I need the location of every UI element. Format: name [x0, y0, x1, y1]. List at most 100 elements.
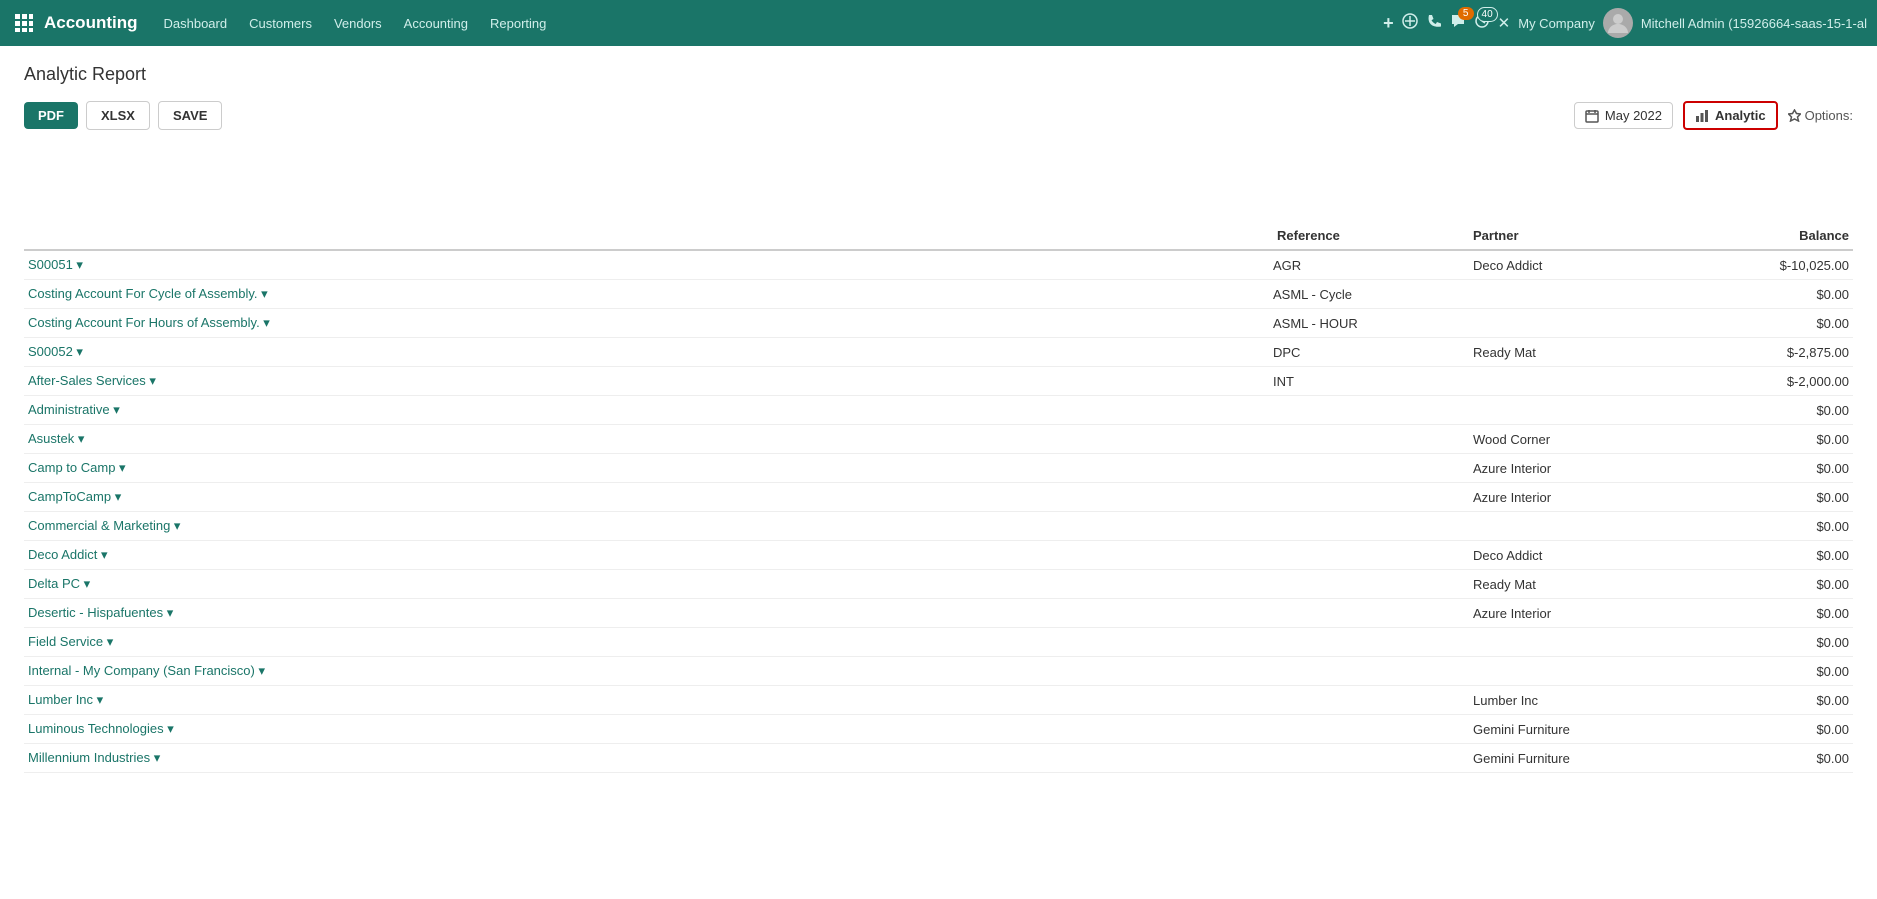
- row-partner: Deco Addict: [1473, 548, 1673, 563]
- table-header: Reference Partner Balance: [24, 222, 1853, 251]
- chat-icon[interactable]: 5: [1450, 13, 1466, 33]
- row-balance: $0.00: [1673, 490, 1853, 505]
- col-header-reference: Reference: [1273, 228, 1473, 243]
- row-partner: Ready Mat: [1473, 577, 1673, 592]
- row-balance: $0.00: [1673, 519, 1853, 534]
- row-balance: $0.00: [1673, 548, 1853, 563]
- row-name[interactable]: Costing Account For Hours of Assembly. ▾: [24, 315, 1273, 331]
- row-balance: $0.00: [1673, 635, 1853, 650]
- row-name[interactable]: CampToCamp ▾: [24, 489, 1273, 505]
- row-reference: ASML - HOUR: [1273, 316, 1473, 331]
- avatar[interactable]: [1603, 8, 1633, 38]
- app-title: Accounting: [44, 13, 138, 33]
- phone-icon[interactable]: [1426, 13, 1442, 33]
- table-row: Field Service ▾ $0.00: [24, 628, 1853, 657]
- row-name[interactable]: After-Sales Services ▾: [24, 373, 1273, 389]
- page-content: Analytic Report PDF XLSX SAVE May 2022 A…: [0, 46, 1877, 791]
- row-balance: $0.00: [1673, 577, 1853, 592]
- row-name[interactable]: Lumber Inc ▾: [24, 692, 1273, 708]
- toolbar: PDF XLSX SAVE May 2022 Analytic Options:: [24, 101, 1853, 130]
- table-row: Millennium Industries ▾ Gemini Furniture…: [24, 744, 1853, 773]
- table-row: Delta PC ▾ Ready Mat $0.00: [24, 570, 1853, 599]
- table-row: Commercial & Marketing ▾ $0.00: [24, 512, 1853, 541]
- row-name[interactable]: Desertic - Hispafuentes ▾: [24, 605, 1273, 621]
- add-icon[interactable]: +: [1383, 13, 1394, 34]
- options-button[interactable]: Options:: [1788, 108, 1853, 123]
- table-row: Camp to Camp ▾ Azure Interior $0.00: [24, 454, 1853, 483]
- table-row: CampToCamp ▾ Azure Interior $0.00: [24, 483, 1853, 512]
- clock-badge: 40: [1477, 7, 1498, 22]
- data-table: Reference Partner Balance S00051 ▾ AGR D…: [24, 222, 1853, 773]
- nav-vendors[interactable]: Vendors: [324, 12, 392, 35]
- company-name[interactable]: My Company: [1518, 16, 1595, 31]
- table-row: Costing Account For Hours of Assembly. ▾…: [24, 309, 1853, 338]
- row-balance: $-2,000.00: [1673, 374, 1853, 389]
- nav-accounting[interactable]: Accounting: [394, 12, 478, 35]
- row-name[interactable]: Commercial & Marketing ▾: [24, 518, 1273, 534]
- table-row: Internal - My Company (San Francisco) ▾ …: [24, 657, 1853, 686]
- table-row: Lumber Inc ▾ Lumber Inc $0.00: [24, 686, 1853, 715]
- row-balance: $-10,025.00: [1673, 258, 1853, 273]
- date-filter-label: May 2022: [1605, 108, 1662, 123]
- row-name[interactable]: Administrative ▾: [24, 402, 1273, 418]
- row-name[interactable]: Asustek ▾: [24, 431, 1273, 447]
- row-name[interactable]: Internal - My Company (San Francisco) ▾: [24, 663, 1273, 679]
- analytic-button[interactable]: Analytic: [1683, 101, 1778, 130]
- row-reference: DPC: [1273, 345, 1473, 360]
- row-balance: $0.00: [1673, 664, 1853, 679]
- toolbar-right: May 2022 Analytic Options:: [1574, 101, 1853, 130]
- bug-icon[interactable]: [1402, 13, 1418, 33]
- row-partner: Azure Interior: [1473, 461, 1673, 476]
- row-name[interactable]: Millennium Industries ▾: [24, 750, 1273, 766]
- top-navigation: Accounting Dashboard Customers Vendors A…: [0, 0, 1877, 46]
- username: Mitchell Admin (15926664-saas-15-1-al: [1641, 16, 1867, 31]
- chat-badge: 5: [1458, 7, 1474, 20]
- pdf-button[interactable]: PDF: [24, 102, 78, 129]
- table-row: S00051 ▾ AGR Deco Addict $-10,025.00: [24, 251, 1853, 280]
- nav-customers[interactable]: Customers: [239, 12, 322, 35]
- row-name[interactable]: S00051 ▾: [24, 257, 1273, 273]
- row-name[interactable]: Field Service ▾: [24, 634, 1273, 650]
- row-balance: $0.00: [1673, 606, 1853, 621]
- table-row: Deco Addict ▾ Deco Addict $0.00: [24, 541, 1853, 570]
- row-balance: $0.00: [1673, 722, 1853, 737]
- row-partner: Azure Interior: [1473, 490, 1673, 505]
- row-balance: $-2,875.00: [1673, 345, 1853, 360]
- table-body: S00051 ▾ AGR Deco Addict $-10,025.00 Cos…: [24, 251, 1853, 773]
- row-name[interactable]: Deco Addict ▾: [24, 547, 1273, 563]
- analytic-label: Analytic: [1715, 108, 1766, 123]
- row-balance: $0.00: [1673, 432, 1853, 447]
- topnav-right: + 5 40 ✕ My Company Mitchell Admin (1592…: [1383, 8, 1867, 38]
- page-title: Analytic Report: [24, 64, 1853, 85]
- date-filter[interactable]: May 2022: [1574, 102, 1673, 129]
- table-row: Asustek ▾ Wood Corner $0.00: [24, 425, 1853, 454]
- row-name[interactable]: Delta PC ▾: [24, 576, 1273, 592]
- nav-dashboard[interactable]: Dashboard: [154, 12, 238, 35]
- row-partner: Gemini Furniture: [1473, 751, 1673, 766]
- row-name[interactable]: Luminous Technologies ▾: [24, 721, 1273, 737]
- col-header-partner: Partner: [1473, 228, 1673, 243]
- row-reference: ASML - Cycle: [1273, 287, 1473, 302]
- main-menu: Dashboard Customers Vendors Accounting R…: [154, 12, 1378, 35]
- grid-icon[interactable]: [10, 9, 38, 37]
- xlsx-button[interactable]: XLSX: [86, 101, 150, 130]
- row-partner: Gemini Furniture: [1473, 722, 1673, 737]
- nav-reporting[interactable]: Reporting: [480, 12, 556, 35]
- save-button[interactable]: SAVE: [158, 101, 222, 130]
- row-name[interactable]: S00052 ▾: [24, 344, 1273, 360]
- row-partner: Wood Corner: [1473, 432, 1673, 447]
- close-icon[interactable]: ✕: [1498, 14, 1511, 32]
- col-header-balance: Balance: [1673, 228, 1853, 243]
- clock-icon[interactable]: 40: [1474, 13, 1490, 33]
- table-row: After-Sales Services ▾ INT $-2,000.00: [24, 367, 1853, 396]
- table-row: Luminous Technologies ▾ Gemini Furniture…: [24, 715, 1853, 744]
- row-name[interactable]: Costing Account For Cycle of Assembly. ▾: [24, 286, 1273, 302]
- row-balance: $0.00: [1673, 461, 1853, 476]
- table-row: Desertic - Hispafuentes ▾ Azure Interior…: [24, 599, 1853, 628]
- table-row: Administrative ▾ $0.00: [24, 396, 1853, 425]
- row-balance: $0.00: [1673, 316, 1853, 331]
- row-reference: INT: [1273, 374, 1473, 389]
- row-partner: Azure Interior: [1473, 606, 1673, 621]
- row-name[interactable]: Camp to Camp ▾: [24, 460, 1273, 476]
- row-balance: $0.00: [1673, 287, 1853, 302]
